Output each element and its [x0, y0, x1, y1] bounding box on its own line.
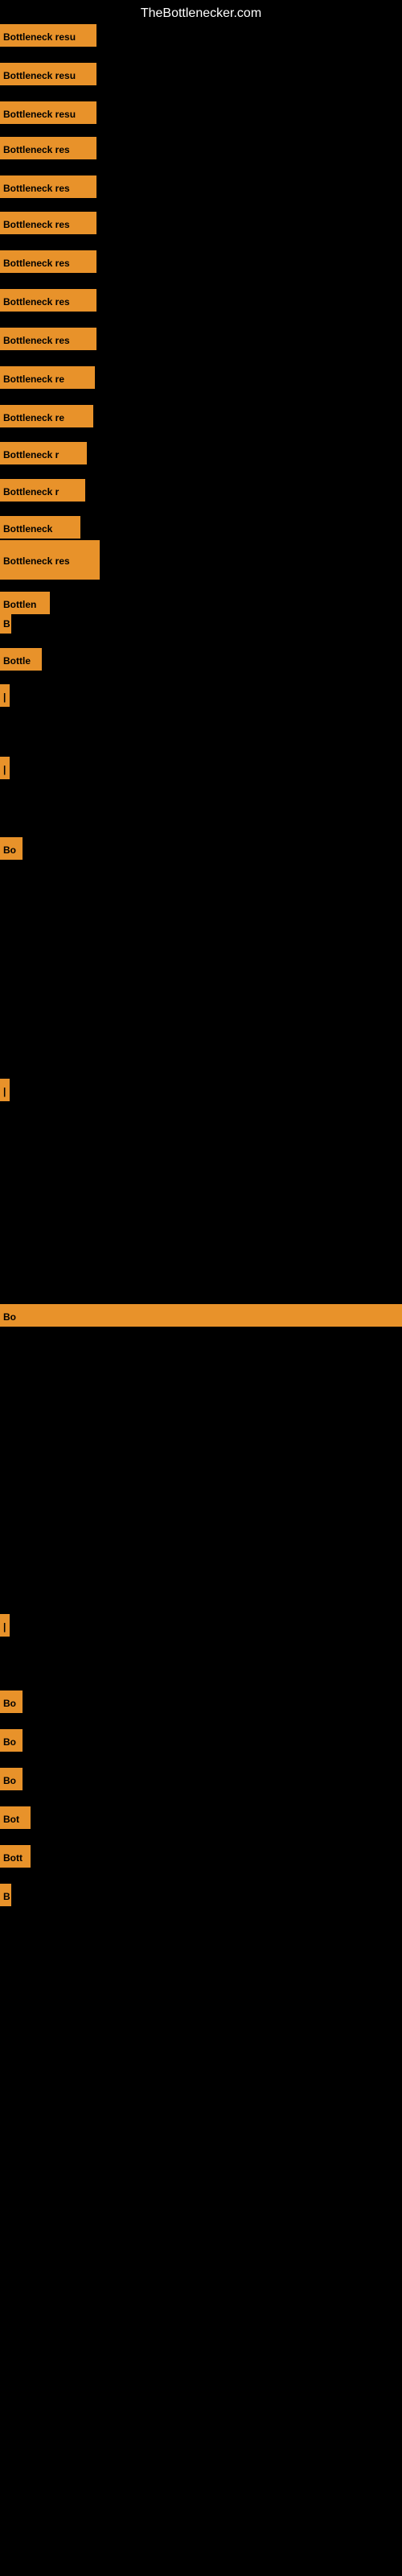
- bottleneck-item[interactable]: Bottleneck res: [0, 328, 96, 350]
- bottleneck-item[interactable]: Bo: [0, 837, 23, 860]
- bottleneck-item[interactable]: Bottleneck resu: [0, 24, 96, 47]
- bottleneck-item[interactable]: Bo: [0, 1768, 23, 1790]
- bottleneck-item[interactable]: Bottleneck res: [0, 250, 96, 273]
- bottleneck-item[interactable]: Bottleneck res: [0, 212, 96, 234]
- bottleneck-item[interactable]: Bottleneck res: [0, 540, 100, 580]
- bottleneck-item[interactable]: Bottleneck r: [0, 442, 87, 464]
- bottleneck-item[interactable]: Bottleneck r: [0, 479, 85, 502]
- bottleneck-item[interactable]: Bottleneck: [0, 516, 80, 539]
- site-title: TheBottlenecker.com: [0, 0, 402, 27]
- bottleneck-item[interactable]: Bo: [0, 1690, 23, 1713]
- bottleneck-item[interactable]: |: [0, 757, 10, 779]
- bottleneck-item[interactable]: Bot: [0, 1806, 31, 1829]
- bottleneck-item[interactable]: Bottleneck resu: [0, 63, 96, 85]
- bottleneck-item[interactable]: Bottleneck resu: [0, 101, 96, 124]
- bottleneck-item[interactable]: Bottleneck res: [0, 137, 96, 159]
- bottleneck-item[interactable]: Bo: [0, 1729, 23, 1752]
- bottleneck-item[interactable]: Bo: [0, 1304, 402, 1327]
- bottleneck-item[interactable]: Bottleneck re: [0, 405, 93, 427]
- bottleneck-item[interactable]: |: [0, 684, 10, 707]
- bottleneck-item[interactable]: |: [0, 1079, 10, 1101]
- bottleneck-item[interactable]: B: [0, 611, 11, 634]
- bottleneck-item[interactable]: Bottle: [0, 648, 42, 671]
- bottleneck-item[interactable]: Bott: [0, 1845, 31, 1868]
- bottleneck-item[interactable]: |: [0, 1614, 10, 1637]
- bottleneck-item[interactable]: Bottleneck res: [0, 175, 96, 198]
- bottleneck-item[interactable]: Bottleneck res: [0, 289, 96, 312]
- bottleneck-item[interactable]: Bottleneck re: [0, 366, 95, 389]
- bottleneck-item[interactable]: B: [0, 1884, 11, 1906]
